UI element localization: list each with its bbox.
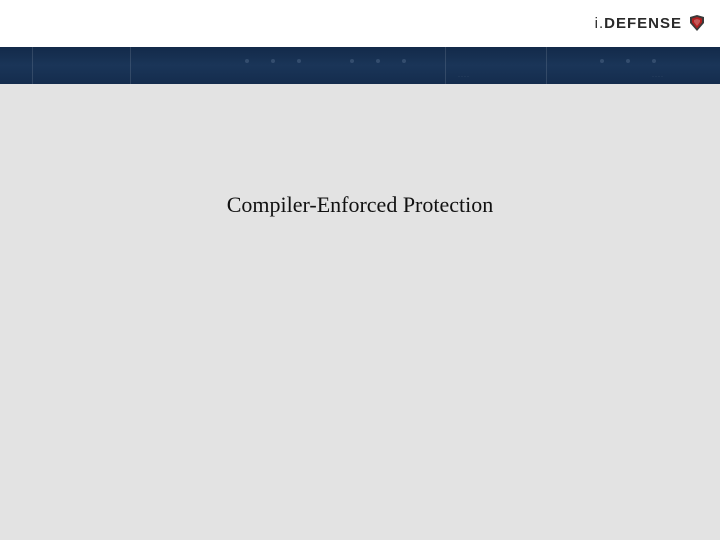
brand-logo: i.DEFENSE (595, 14, 706, 32)
nav-tick: ···· (652, 74, 664, 80)
nav-separator (546, 47, 547, 84)
brand-shield-icon (688, 14, 706, 32)
nav-separator (130, 47, 131, 84)
nav-separator (32, 47, 33, 84)
nav-tick: ···· (458, 74, 470, 80)
nav-separator (445, 47, 446, 84)
header-bar: i.DEFENSE (0, 0, 720, 47)
nav-band: ···· ···· (0, 47, 720, 84)
nav-dot-cluster (245, 59, 301, 63)
brand-prefix: i. (595, 15, 605, 32)
brand-name: DEFENSE (604, 15, 682, 32)
brand-wordmark: i.DEFENSE (595, 15, 682, 32)
nav-dot-cluster (600, 59, 656, 63)
slide-title: Compiler-Enforced Protection (0, 192, 720, 218)
nav-dot-cluster (350, 59, 406, 63)
slide-body: Compiler-Enforced Protection (0, 84, 720, 540)
